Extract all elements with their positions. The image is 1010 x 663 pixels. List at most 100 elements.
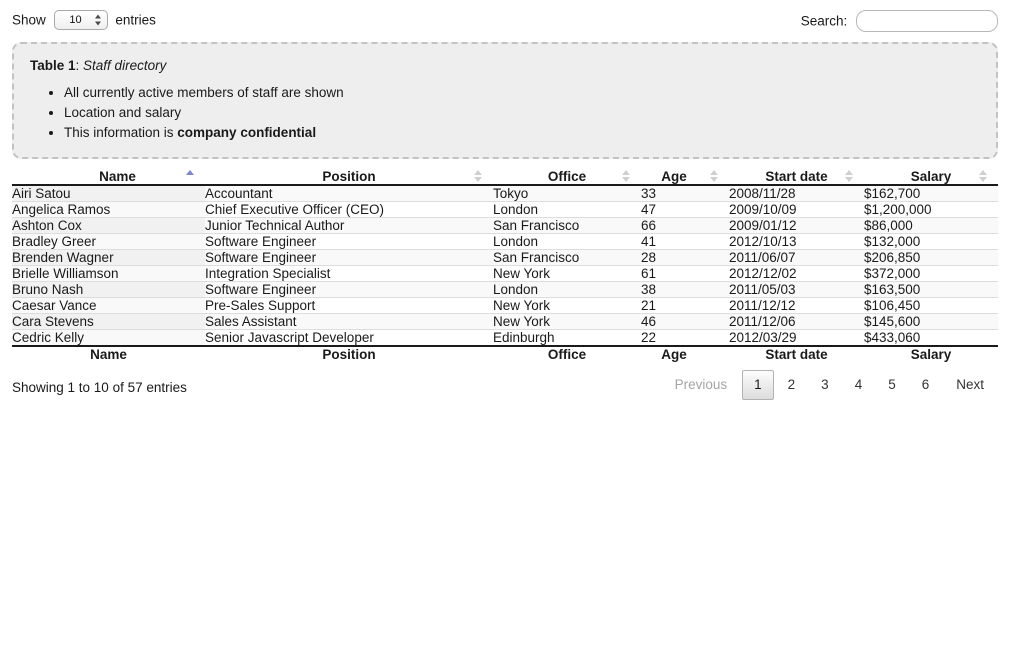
table-row[interactable]: Brielle Williamson Integration Specialist…	[12, 264, 998, 282]
cell-age: 33	[641, 184, 729, 202]
cell-age: 47	[641, 200, 729, 218]
caption-bullet-text: This information is	[64, 124, 178, 140]
table-foot: Name Position Office Age Start date Sala…	[12, 344, 998, 362]
cell-office: Tokyo	[493, 184, 641, 202]
cell-name: Bruno Nash	[12, 280, 205, 298]
column-header-label: Office	[547, 168, 587, 184]
table-footer-bar: Showing 1 to 10 of 57 entries Previous 1 2…	[12, 369, 998, 410]
pagination-page-3[interactable]: 3	[809, 370, 841, 400]
sort-ascending-icon	[186, 169, 195, 183]
table-row[interactable]: Angelica Ramos Chief Executive Officer (C…	[12, 200, 998, 218]
cell-name: Ashton Cox	[12, 216, 205, 234]
cell-start: 2009/10/09	[729, 200, 864, 218]
column-header-label: Salary	[910, 168, 952, 184]
cell-salary: $163,500	[864, 280, 998, 298]
cell-salary: $372,000	[864, 264, 998, 282]
pagination-next[interactable]: Next	[943, 370, 997, 400]
pagination-page-6[interactable]: 6	[910, 370, 942, 400]
cell-name: Cedric Kelly	[12, 328, 205, 346]
caption-bullet-strong: company confidential	[177, 124, 317, 140]
cell-start: 2009/01/12	[729, 216, 864, 234]
datatable-wrapper: Show 102550100 entries Search: Table 1: …	[12, 0, 998, 410]
pagination-page-5[interactable]: 5	[876, 370, 908, 400]
caption-title-prefix: Table 1	[30, 58, 76, 73]
cell-age: 28	[641, 248, 729, 266]
cell-office: London	[493, 232, 641, 250]
cell-start: 2011/06/07	[729, 248, 864, 266]
cell-position: Pre-Sales Support	[205, 296, 493, 314]
table-row[interactable]: Brenden Wagner Software Engineer San Franc…	[12, 248, 998, 266]
caption-title-separator: :	[75, 58, 84, 73]
length-control: Show 102550100 entries	[12, 10, 156, 30]
pagination-previous[interactable]: Previous	[662, 370, 741, 400]
cell-position: Software Engineer	[205, 232, 493, 250]
column-header-name[interactable]: Name	[12, 168, 205, 186]
search-input[interactable]	[856, 10, 998, 32]
table-row[interactable]: Cedric Kelly Senior Javascript Developer E…	[12, 328, 998, 346]
table-controls-bar: Show 102550100 entries Search:	[12, 6, 998, 36]
footer-label-position: Position	[205, 344, 493, 362]
pagination-page-4[interactable]: 4	[843, 370, 875, 400]
column-header-label: Position	[322, 168, 376, 184]
cell-salary: $145,600	[864, 312, 998, 330]
cell-age: 66	[641, 216, 729, 234]
cell-position: Sales Assistant	[205, 312, 493, 330]
table-row[interactable]: Caesar Vance Pre-Sales Support New York 21 2…	[12, 296, 998, 314]
cell-age: 21	[641, 296, 729, 314]
cell-name: Cara Stevens	[12, 312, 205, 330]
pagination: Previous 1 2 3 4 5 6 Next	[661, 369, 998, 400]
cell-age: 38	[641, 280, 729, 298]
cell-start: 2012/12/02	[729, 264, 864, 282]
table-head: Name Position Office Age Start date Sala…	[12, 168, 998, 186]
table-row[interactable]: Airi Satou Accountant Tokyo 33 2008/11/28 $16…	[12, 184, 998, 202]
search-label: Search:	[800, 13, 848, 29]
pagination-page-2[interactable]: 2	[776, 370, 808, 400]
cell-position: Junior Technical Author	[205, 216, 493, 234]
footer-label-office: Office	[493, 344, 641, 362]
staff-directory-table: Name Position Office Age Start date Sala…	[12, 168, 998, 362]
cell-salary: $162,700	[864, 184, 998, 202]
cell-salary: $106,450	[864, 296, 998, 314]
table-row[interactable]: Cara Stevens Sales Assistant New York 46 201…	[12, 312, 998, 330]
search-control: Search:	[801, 10, 998, 32]
cell-age: 22	[641, 328, 729, 346]
column-header-position[interactable]: Position	[205, 168, 493, 186]
column-header-office[interactable]: Office	[493, 168, 641, 186]
column-header-start-date[interactable]: Start date	[729, 168, 864, 186]
footer-label-salary: Salary	[864, 344, 998, 362]
table-row[interactable]: Bradley Greer Software Engineer London 41 20…	[12, 232, 998, 250]
table-row[interactable]: Bruno Nash Software Engineer London 38 2011/…	[12, 280, 998, 298]
table-footer-row: Name Position Office Age Start date Sala…	[12, 344, 998, 362]
cell-position: Senior Javascript Developer	[205, 328, 493, 346]
entries-length-select[interactable]: 102550100	[53, 10, 108, 30]
cell-name: Brenden Wagner	[12, 248, 205, 266]
cell-name: Angelica Ramos	[12, 200, 205, 218]
table-row[interactable]: Ashton Cox Junior Technical Author San Fra…	[12, 216, 998, 234]
sort-both-icon	[474, 169, 483, 183]
cell-position: Software Engineer	[205, 248, 493, 266]
cell-position: Software Engineer	[205, 280, 493, 298]
column-header-label: Age	[661, 168, 687, 184]
column-header-label: Name	[99, 168, 136, 184]
column-header-age[interactable]: Age	[641, 168, 729, 186]
caption-title: Table 1: Staff directory	[30, 57, 980, 75]
length-select-shell: 102550100	[50, 10, 112, 30]
cell-name: Caesar Vance	[12, 296, 205, 314]
cell-office: London	[493, 280, 641, 298]
cell-start: 2011/12/12	[729, 296, 864, 314]
cell-name: Brielle Williamson	[12, 264, 205, 282]
column-header-salary[interactable]: Salary	[864, 168, 998, 186]
list-item: All currently active members of staff ar…	[64, 83, 980, 103]
list-item: Location and salary	[64, 103, 980, 123]
sort-both-icon	[845, 169, 854, 183]
cell-position: Integration Specialist	[205, 264, 493, 282]
cell-start: 2012/03/29	[729, 328, 864, 346]
cell-start: 2011/05/03	[729, 280, 864, 298]
sort-both-icon	[710, 169, 719, 183]
column-header-label: Start date	[765, 168, 828, 184]
cell-salary: $86,000	[864, 216, 998, 234]
entries-label: entries	[115, 12, 156, 28]
cell-name: Airi Satou	[12, 184, 205, 202]
pagination-page-1[interactable]: 1	[742, 369, 774, 400]
footer-label-age: Age	[641, 344, 729, 362]
